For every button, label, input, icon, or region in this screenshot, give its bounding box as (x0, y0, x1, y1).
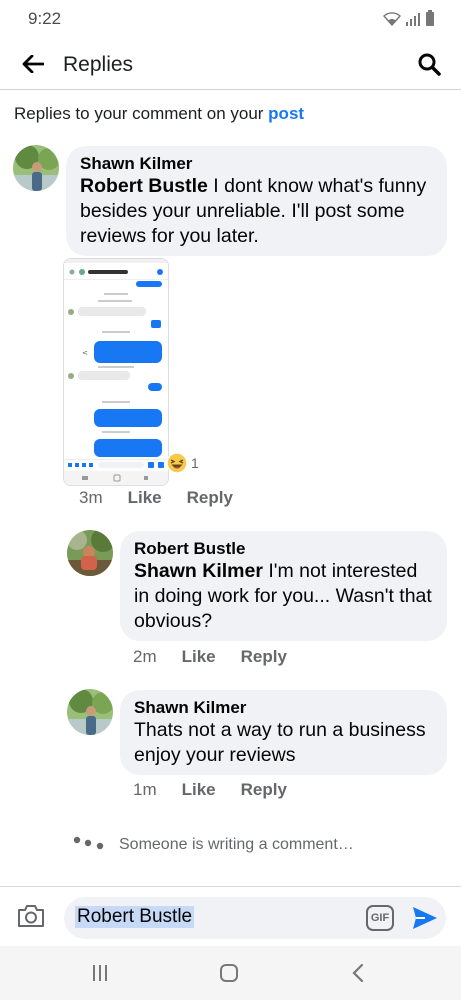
status-icons (383, 10, 435, 26)
system-back-button[interactable] (346, 962, 370, 984)
haha-emoji-icon (166, 452, 188, 474)
comment-author[interactable]: Shawn Kilmer (134, 697, 433, 718)
arrow-left-icon (22, 55, 44, 73)
search-icon (418, 53, 441, 76)
reaction-count: 1 (191, 455, 199, 471)
avatar-shawn-kilmer[interactable] (67, 689, 113, 735)
like-button[interactable]: Like (182, 780, 216, 800)
back-button[interactable] (18, 50, 48, 78)
comment-time: 2m (133, 647, 157, 666)
reply-button[interactable]: Reply (187, 488, 233, 508)
comment-input[interactable]: Robert Bustle GIF (64, 897, 446, 939)
avatar-photo-icon (67, 689, 113, 735)
avatar-robert-bustle[interactable] (67, 530, 113, 576)
typing-dots-icon (73, 836, 104, 850)
camera-icon (18, 905, 44, 927)
comment-mention[interactable]: Robert Bustle (80, 175, 208, 197)
reply-button[interactable]: Reply (241, 647, 287, 667)
comment-text: Thats not a way to run a business enjoy … (134, 719, 426, 766)
wifi-icon (383, 12, 401, 26)
comment-text: Shawn Kilmer I'm not interested in doing… (134, 559, 433, 634)
page-title: Replies (63, 53, 134, 76)
comment-actions: 3m Like Reply (79, 488, 258, 508)
avatar-photo-icon (13, 145, 59, 191)
comment-text: Robert Bustle I dont know what's funny b… (80, 174, 433, 249)
home-icon (220, 964, 238, 982)
comment-attachment-image[interactable]: < (63, 258, 169, 486)
comment-author[interactable]: Shawn Kilmer (80, 153, 433, 174)
status-bar: 9:22 (0, 0, 461, 36)
recent-apps-button[interactable] (88, 962, 112, 984)
signal-icon (406, 13, 420, 26)
context-prefix: Replies to your comment on your (14, 104, 269, 123)
like-button[interactable]: Like (128, 488, 162, 508)
comment-actions: 1m Like Reply (133, 780, 312, 800)
post-link[interactable]: post (268, 104, 304, 123)
recent-apps-icon (93, 965, 107, 981)
like-button[interactable]: Like (182, 647, 216, 667)
comment-author[interactable]: Robert Bustle (134, 538, 433, 559)
comment-bubble[interactable]: Shawn Kilmer Thats not a way to run a bu… (120, 690, 447, 775)
home-button[interactable] (217, 962, 241, 984)
back-icon (352, 963, 364, 983)
battery-icon (426, 10, 434, 26)
search-button[interactable] (415, 50, 443, 78)
gif-button[interactable]: GIF (366, 905, 394, 931)
typing-text: Someone is writing a comment… (119, 836, 354, 853)
send-button[interactable] (411, 904, 439, 932)
comment-input-value[interactable]: Robert Bustle (75, 906, 195, 928)
reaction-summary[interactable]: 1 (166, 452, 199, 474)
typing-indicator (72, 834, 106, 854)
comment-bubble[interactable]: Shawn Kilmer Robert Bustle I dont know w… (66, 146, 447, 256)
comment-mention[interactable]: Shawn Kilmer (134, 560, 263, 582)
comment-bubble[interactable]: Robert Bustle Shawn Kilmer I'm not inter… (120, 531, 447, 641)
reply-button[interactable]: Reply (241, 780, 287, 800)
avatar-photo-icon (67, 530, 113, 576)
attachment-screenshot: < (64, 259, 168, 485)
comment-actions: 2m Like Reply (133, 647, 312, 667)
comment-time: 3m (79, 488, 103, 507)
svg-text:<: < (82, 349, 88, 357)
comment-time: 1m (133, 780, 157, 799)
send-icon (413, 907, 437, 929)
app-header: Replies (0, 40, 461, 90)
system-nav-bar (0, 946, 461, 1000)
status-time: 9:22 (28, 9, 62, 28)
comment-composer: Robert Bustle GIF (0, 886, 461, 946)
avatar-shawn-kilmer[interactable] (13, 145, 59, 191)
context-line: Replies to your comment on your post (14, 104, 304, 124)
camera-button[interactable] (16, 903, 48, 931)
